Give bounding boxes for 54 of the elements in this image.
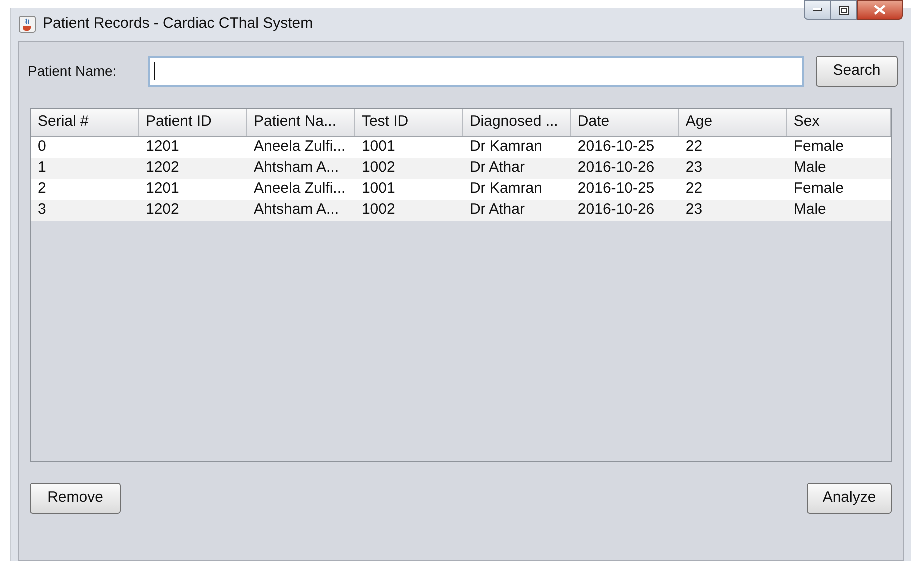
table-cell-text: 0 bbox=[37, 137, 48, 158]
table-cell-text: 1201 bbox=[144, 179, 180, 200]
table-cell-text: Dr Kamran bbox=[468, 137, 544, 158]
table-cell-text: 1202 bbox=[144, 200, 180, 220]
window-title: Patient Records - Cardiac CThal System bbox=[43, 14, 314, 34]
minimize-button[interactable] bbox=[804, 0, 831, 20]
table-cell-text: 3 bbox=[37, 200, 48, 220]
table-cell-text: 1 bbox=[37, 158, 48, 178]
table-cell-text: Aneela Zulfi... bbox=[252, 179, 347, 200]
analyze-button[interactable]: Analyze bbox=[807, 483, 892, 514]
table-cell-text: 1001 bbox=[360, 179, 396, 200]
maximize-button[interactable] bbox=[831, 0, 857, 20]
table-cell-text: Male bbox=[792, 158, 828, 178]
column-header[interactable]: Sex bbox=[786, 109, 891, 136]
close-icon bbox=[874, 5, 886, 15]
column-header[interactable]: Diagnosed ... bbox=[462, 109, 571, 136]
remove-button[interactable]: Remove bbox=[30, 483, 121, 514]
table-cell-text: 1001 bbox=[360, 137, 396, 158]
close-button[interactable] bbox=[857, 0, 903, 20]
column-header[interactable]: Date bbox=[570, 109, 679, 136]
table-cell-text: 2016-10-26 bbox=[576, 200, 656, 220]
column-header[interactable]: Age bbox=[678, 109, 787, 136]
patient-name-field[interactable] bbox=[148, 56, 804, 86]
table-cell-text: Ahtsham A... bbox=[252, 200, 340, 220]
table-cell-text: Female bbox=[792, 179, 845, 200]
table-cell-text: Dr Athar bbox=[468, 158, 526, 178]
table-cell-text: 23 bbox=[684, 158, 704, 178]
table-cell-text: Male bbox=[792, 200, 828, 220]
table-cell-text: 2 bbox=[37, 179, 48, 200]
table-cell-text: 2016-10-25 bbox=[576, 137, 656, 158]
table-cell-text: Dr Athar bbox=[468, 200, 526, 220]
text-cursor bbox=[154, 62, 155, 80]
table-cell-text: 2016-10-25 bbox=[576, 179, 656, 200]
table-cell-text: Aneela Zulfi... bbox=[252, 137, 347, 158]
column-header[interactable]: Serial # bbox=[31, 109, 139, 136]
column-header[interactable]: Patient ID bbox=[138, 109, 247, 136]
minimize-icon bbox=[813, 8, 822, 12]
table-cell-text: 22 bbox=[684, 179, 704, 200]
table-cell-text: 1002 bbox=[360, 158, 396, 178]
table-cell-text: Dr Kamran bbox=[468, 179, 544, 200]
table-cell-text: 22 bbox=[684, 137, 704, 158]
column-header[interactable]: Test ID bbox=[354, 109, 463, 136]
search-button[interactable]: Search bbox=[816, 56, 898, 86]
java-cup-icon bbox=[19, 16, 36, 33]
maximize-icon bbox=[838, 6, 848, 14]
table-cell-text: 1202 bbox=[144, 158, 180, 178]
patient-name-label: Patient Name: bbox=[28, 62, 118, 80]
table-cell-text: Ahtsham A... bbox=[252, 158, 340, 178]
table-cell-text: 1002 bbox=[360, 200, 396, 220]
table-cell-text: 1201 bbox=[144, 137, 180, 158]
column-header[interactable]: Patient Na... bbox=[246, 109, 355, 136]
table-cell-text: 2016-10-26 bbox=[576, 158, 656, 178]
table-cell-text: 23 bbox=[684, 200, 704, 220]
table-cell-text: Female bbox=[792, 137, 845, 158]
